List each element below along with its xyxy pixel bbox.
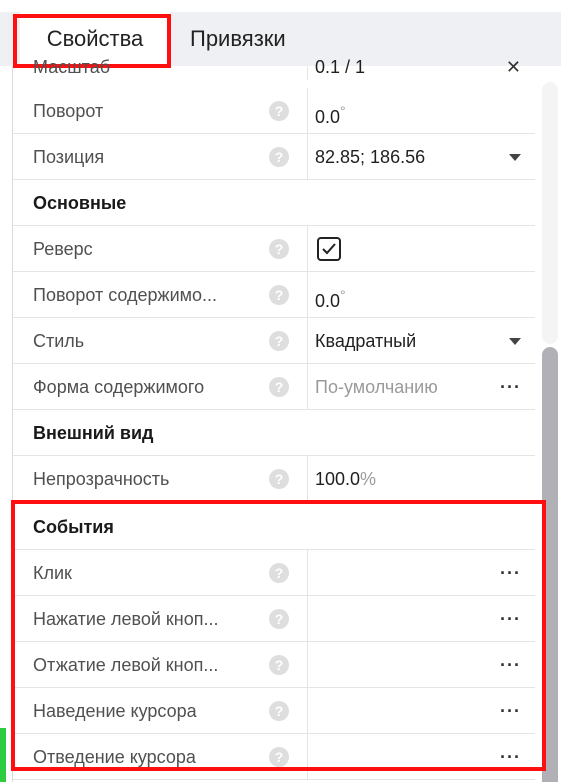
property-row-leave: Отведение курсора ? ···	[13, 734, 535, 780]
help-icon[interactable]: ?	[269, 469, 289, 489]
scrollbar-upper-area[interactable]	[542, 82, 558, 344]
rotation-field[interactable]: 0.0°	[315, 88, 346, 134]
section-appearance: Внешний вид	[13, 410, 535, 456]
section-basic: Основные	[13, 180, 535, 226]
help-icon[interactable]: ?	[269, 331, 289, 351]
close-icon[interactable]: ✕	[506, 44, 521, 90]
property-label: Масштаб	[33, 57, 111, 77]
help-icon[interactable]: ?	[269, 239, 289, 259]
property-row-style: Стиль ? Квадратный	[13, 318, 535, 364]
property-label: Форма содержимого	[33, 377, 205, 397]
help-icon[interactable]: ?	[269, 655, 289, 675]
property-label: Стиль	[33, 331, 85, 351]
column-separator	[307, 134, 308, 180]
side-indicator	[0, 728, 6, 782]
more-button[interactable]: ···	[500, 734, 521, 780]
property-row-reverse: Реверс ?	[13, 226, 535, 272]
column-separator	[307, 642, 308, 688]
column-separator	[307, 272, 308, 318]
property-label: Отжатие левой кноп...	[33, 655, 219, 675]
property-label: Отведение курсора	[33, 747, 196, 767]
chevron-down-icon[interactable]	[509, 338, 521, 345]
more-button[interactable]: ···	[500, 364, 521, 410]
help-icon[interactable]: ?	[269, 609, 289, 629]
column-separator	[307, 596, 308, 642]
column-separator	[307, 66, 308, 80]
property-label: Непрозрачность	[33, 469, 170, 489]
property-label: Поворот содержимо...	[33, 285, 218, 305]
property-row-position: Позиция ? 82.85; 186.56	[13, 134, 535, 180]
property-value: 0.1 / 1	[315, 57, 366, 77]
help-icon[interactable]: ?	[269, 563, 289, 583]
scrollbar-thumb[interactable]	[542, 347, 558, 782]
property-label: Нажатие левой кноп...	[33, 609, 219, 629]
property-row-content-shape: Форма содержимого ? По-умолчанию ···	[13, 364, 535, 410]
position-field[interactable]: 82.85; 186.56	[315, 134, 425, 180]
more-button[interactable]: ···	[500, 550, 521, 596]
property-row-opacity: Непрозрачность ? 100.0%	[13, 456, 535, 502]
property-label: Наведение курсора	[33, 701, 197, 721]
property-row-hover: Наведение курсора ? ···	[13, 688, 535, 734]
section-events: События	[13, 504, 535, 550]
property-row-content-rotation: Поворот содержимо... ? 0.0°	[13, 272, 535, 318]
property-label: Поворот	[33, 101, 104, 121]
reverse-checkbox[interactable]	[317, 237, 341, 261]
column-separator	[307, 456, 308, 502]
property-label: Реверс	[33, 239, 93, 259]
content-shape-field[interactable]: По-умолчанию	[315, 364, 438, 410]
help-icon[interactable]: ?	[269, 377, 289, 397]
property-row-scale-partial: Масштаб 0.1 / 1 ✕	[13, 57, 535, 80]
help-icon[interactable]: ?	[269, 285, 289, 305]
column-separator	[307, 318, 308, 364]
help-icon[interactable]: ?	[269, 747, 289, 767]
content-rotation-field[interactable]: 0.0°	[315, 272, 346, 318]
more-button[interactable]: ···	[500, 642, 521, 688]
column-separator	[307, 550, 308, 596]
section-title: Внешний вид	[33, 423, 154, 443]
property-label: Позиция	[33, 147, 105, 167]
section-title: Основные	[33, 193, 127, 213]
column-separator	[307, 734, 308, 780]
help-icon[interactable]: ?	[269, 701, 289, 721]
property-row-click: Клик ? ···	[13, 550, 535, 596]
style-select[interactable]: Квадратный	[315, 318, 416, 364]
property-row-rotation: Поворот ? 0.0°	[13, 88, 535, 134]
checkmark-icon	[322, 243, 336, 255]
property-label: Клик	[33, 563, 72, 583]
help-icon[interactable]: ?	[269, 147, 289, 167]
property-row-lmb-down: Нажатие левой кноп... ? ···	[13, 596, 535, 642]
help-icon[interactable]: ?	[269, 101, 289, 121]
column-separator	[307, 364, 308, 410]
opacity-field[interactable]: 100.0%	[315, 456, 376, 502]
section-title: События	[33, 517, 114, 537]
column-separator	[307, 226, 308, 272]
column-separator	[307, 88, 308, 134]
more-button[interactable]: ···	[500, 596, 521, 642]
property-row-lmb-up: Отжатие левой кноп... ? ···	[13, 642, 535, 688]
more-button[interactable]: ···	[500, 688, 521, 734]
column-separator	[307, 688, 308, 734]
chevron-down-icon[interactable]	[509, 154, 521, 161]
